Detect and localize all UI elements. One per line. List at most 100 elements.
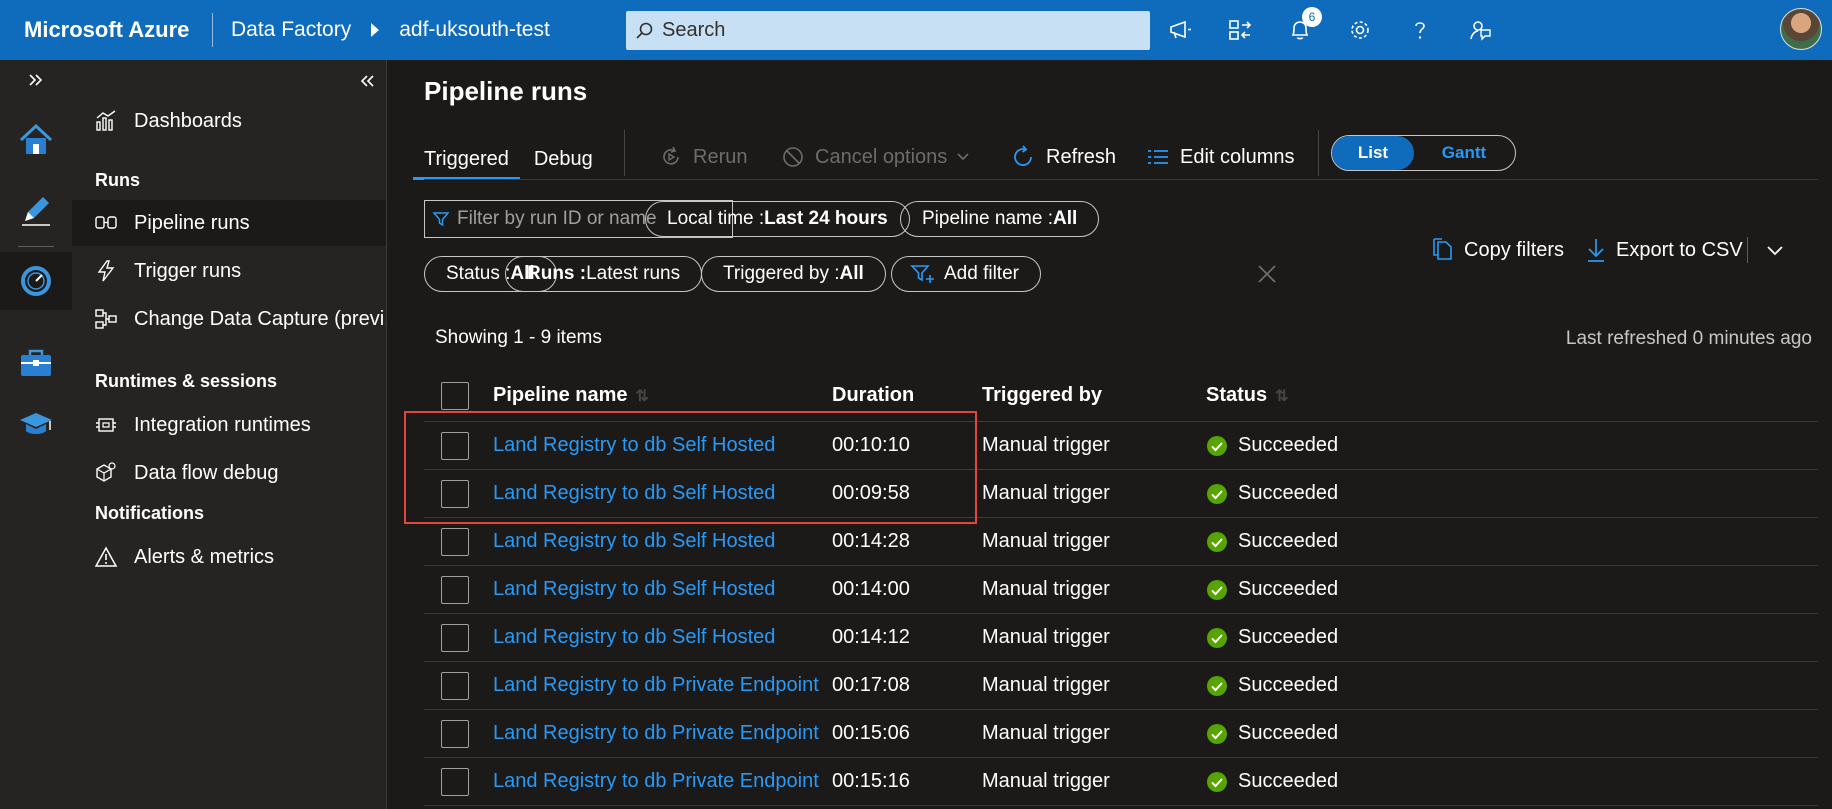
tab-triggered[interactable]: Triggered <box>413 136 520 180</box>
chevron-down-icon <box>955 149 971 165</box>
table-row[interactable]: Land Registry to db Self Hosted 00:14:12 M… <box>424 614 1818 662</box>
rerun-button[interactable]: Rerun <box>659 139 747 175</box>
breadcrumb-data-factory[interactable]: Data Factory <box>213 18 351 42</box>
row-checkbox[interactable] <box>441 431 469 460</box>
status-label: Succeeded <box>1238 626 1339 648</box>
more-options-chevron-icon[interactable] <box>1765 232 1785 268</box>
row-checkbox[interactable] <box>441 767 469 796</box>
nav-item-trigger-runs[interactable]: Trigger runs <box>72 248 386 294</box>
row-checkbox[interactable] <box>441 623 469 652</box>
triggered-by-cell: Manual trigger <box>982 674 1110 696</box>
export-divider <box>1747 237 1748 263</box>
local-time-filter-pill[interactable]: Local time : Last 24 hours <box>645 201 910 237</box>
pipeline-name-link[interactable]: Land Registry to db Self Hosted <box>493 434 775 457</box>
help-icon[interactable] <box>1390 0 1450 60</box>
download-icon <box>1586 237 1606 263</box>
nav-item-change-data-capture[interactable]: Change Data Capture (previ... <box>72 296 386 342</box>
copy-filters-button[interactable]: Copy filters <box>1430 232 1564 268</box>
clear-filters-close-icon[interactable] <box>1254 261 1280 287</box>
table-row[interactable]: Land Registry to db Self Hosted 00:14:00 M… <box>424 566 1818 614</box>
cancel-options-button[interactable]: Cancel options <box>781 139 971 175</box>
view-toggle[interactable]: List Gantt <box>1331 135 1516 171</box>
top-bar: Microsoft Azure Data Factory adf-uksouth… <box>0 0 1832 60</box>
nav-item-label: Integration runtimes <box>134 413 311 436</box>
duration-cell: 00:15:16 <box>832 770 910 792</box>
filter-label: Status : <box>446 263 511 284</box>
refresh-button[interactable]: Refresh <box>1010 139 1116 175</box>
success-check-icon <box>1207 675 1227 696</box>
row-checkbox[interactable] <box>441 671 469 700</box>
announcement-icon[interactable] <box>1150 0 1210 60</box>
edit-columns-button[interactable]: Edit columns <box>1146 139 1295 175</box>
table-row[interactable]: Land Registry to db Self Hosted 00:09:58 M… <box>424 470 1818 518</box>
monitor-gauge-icon[interactable] <box>0 252 72 310</box>
directory-switch-icon[interactable] <box>1210 0 1270 60</box>
pipeline-name-link[interactable]: Land Registry to db Self Hosted <box>493 578 775 601</box>
integration-runtime-icon <box>94 413 118 437</box>
pipeline-name-link[interactable]: Land Registry to db Private Endpoint <box>493 722 819 745</box>
learning-center-icon[interactable] <box>0 396 72 452</box>
breadcrumb-factory-name[interactable]: adf-uksouth-test <box>399 18 550 42</box>
manage-toolbox-icon[interactable] <box>0 334 72 390</box>
home-icon[interactable] <box>0 112 72 168</box>
feedback-icon[interactable] <box>1450 0 1510 60</box>
dashboard-chart-icon <box>94 109 118 133</box>
command-divider <box>624 130 625 176</box>
user-avatar[interactable] <box>1780 8 1822 50</box>
success-check-icon <box>1207 531 1227 552</box>
row-checkbox[interactable] <box>441 719 469 748</box>
status-label: Succeeded <box>1238 482 1339 504</box>
select-all-checkbox[interactable] <box>441 381 469 410</box>
notifications-bell-icon[interactable]: 6 <box>1270 0 1330 60</box>
nav-item-integration-runtimes[interactable]: Integration runtimes <box>72 402 386 448</box>
table-row[interactable]: Land Registry to db Private Endpoint 00:1… <box>424 710 1818 758</box>
nav-item-alerts-metrics[interactable]: Alerts & metrics <box>72 534 386 580</box>
search-input[interactable] <box>662 19 1132 42</box>
table-row[interactable]: Land Registry to db Private Endpoint 00:1… <box>424 662 1818 710</box>
pipeline-name-link[interactable]: Land Registry to db Self Hosted <box>493 482 775 505</box>
nav-item-data-flow-debug[interactable]: Data flow debug <box>72 450 386 496</box>
triggered-by-filter-pill[interactable]: Triggered by : All <box>701 256 886 292</box>
header-duration[interactable]: Duration <box>832 384 914 407</box>
pipeline-name-link[interactable]: Land Registry to db Private Endpoint <box>493 770 819 793</box>
nav-item-pipeline-runs[interactable]: Pipeline runs <box>72 200 386 246</box>
row-checkbox[interactable] <box>441 575 469 604</box>
table-row[interactable]: Land Registry to db Private Endpoint 00:1… <box>424 758 1818 806</box>
expand-rail-icon[interactable] <box>0 60 72 100</box>
pipeline-name-link[interactable]: Land Registry to db Private Endpoint <box>493 674 819 697</box>
table-row[interactable]: Land Registry to db Self Hosted 00:14:28 M… <box>424 518 1818 566</box>
brand-name[interactable]: Microsoft Azure <box>0 17 212 43</box>
rerun-label: Rerun <box>693 145 748 168</box>
header-triggered-by[interactable]: Triggered by <box>982 384 1102 407</box>
tab-debug[interactable]: Debug <box>534 136 593 180</box>
filter-label: Runs : <box>527 263 587 284</box>
author-pencil-icon[interactable] <box>0 182 72 238</box>
run-type-tabs: Triggered Debug <box>413 136 617 180</box>
table-row[interactable]: Land Registry to db Self Hosted 00:10:10 M… <box>424 422 1818 470</box>
sort-icon: ⇅ <box>635 388 649 405</box>
nav-item-label: Dashboards <box>134 109 242 132</box>
pipeline-runs-icon <box>94 211 118 235</box>
collapse-panel-icon[interactable] <box>358 68 376 96</box>
cancel-circle-icon <box>781 145 805 169</box>
gantt-view-option[interactable]: Gantt <box>1414 136 1514 170</box>
filter-value: Latest runs <box>586 263 681 284</box>
header-pipeline-name[interactable]: Pipeline name ⇅ <box>493 384 649 407</box>
pipeline-name-link[interactable]: Land Registry to db Self Hosted <box>493 530 775 553</box>
duration-cell: 00:10:10 <box>832 434 910 456</box>
settings-gear-icon[interactable] <box>1330 0 1390 60</box>
add-filter-label: Add filter <box>944 263 1019 284</box>
export-csv-button[interactable]: Export to CSV <box>1586 232 1743 268</box>
add-filter-button[interactable]: Add filter <box>891 256 1041 292</box>
row-checkbox[interactable] <box>441 527 469 556</box>
list-view-option[interactable]: List <box>1332 136 1414 170</box>
pipeline-name-link[interactable]: Land Registry to db Self Hosted <box>493 626 775 649</box>
runs-filter-pill[interactable]: Runs : Latest runs <box>505 256 703 292</box>
header-status[interactable]: Status ⇅ <box>1206 384 1289 407</box>
search-box[interactable] <box>626 11 1150 50</box>
pipeline-name-filter-pill[interactable]: Pipeline name : All <box>900 201 1100 237</box>
filter-funnel-icon <box>425 210 457 228</box>
nav-item-dashboards[interactable]: Dashboards <box>72 98 386 144</box>
row-checkbox[interactable] <box>441 479 469 508</box>
status-cell: Succeeded <box>1206 722 1338 745</box>
